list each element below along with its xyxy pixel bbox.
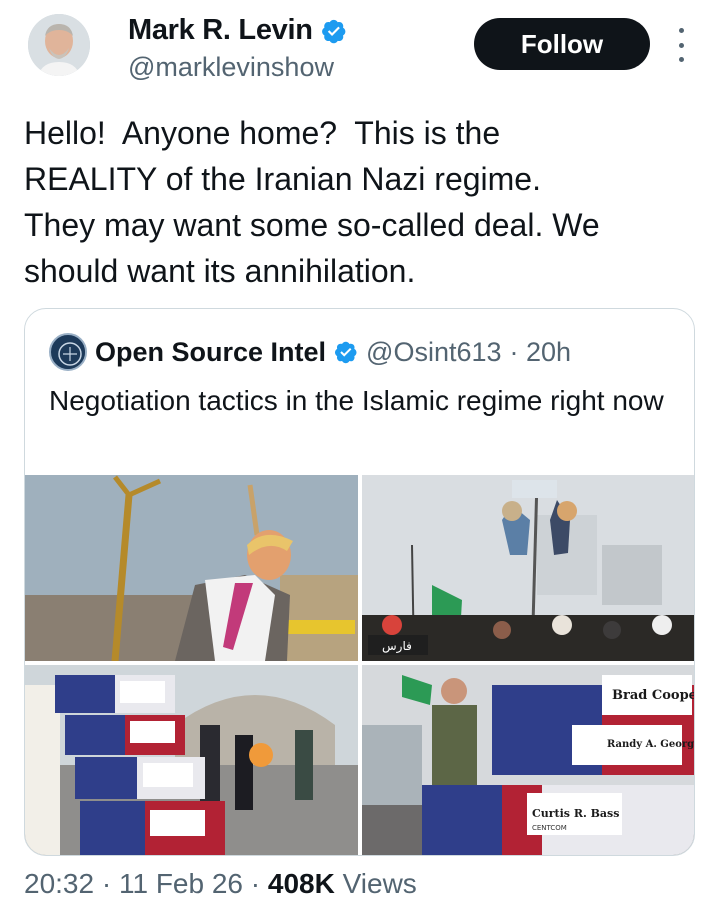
- watermark-label: فارس: [382, 639, 412, 654]
- author-avatar[interactable]: [28, 14, 90, 76]
- quoted-author-avatar[interactable]: [49, 333, 87, 371]
- media-image-1[interactable]: [25, 475, 358, 661]
- tweet-text: Hello! Anyone home? This is the REALITY …: [24, 115, 600, 289]
- meta-separator: ·: [243, 868, 268, 899]
- coffin-label-3: Curtis R. Bass: [532, 807, 619, 820]
- follow-button[interactable]: Follow: [474, 18, 650, 70]
- tweet-time[interactable]: 20:32: [24, 868, 94, 899]
- media-image-2[interactable]: فارس: [362, 475, 694, 661]
- verified-badge-icon: [321, 19, 346, 43]
- quoted-author-name[interactable]: Open Source Intel: [95, 337, 326, 368]
- author-name[interactable]: Mark R. Levin: [128, 14, 313, 47]
- quoted-verified-badge-icon: [335, 341, 357, 364]
- media-image-3[interactable]: [25, 665, 358, 855]
- coffin-label-1: Brad Cooper: [612, 688, 695, 703]
- tweet-date[interactable]: 11 Feb 26: [119, 868, 243, 899]
- views-label: Views: [334, 868, 417, 899]
- quoted-author-handle[interactable]: @Osint613: [366, 337, 501, 368]
- meta-separator: ·: [94, 868, 119, 899]
- author-handle[interactable]: @marklevinshow: [128, 52, 334, 83]
- quoted-tweet-card[interactable]: Open Source Intel @Osint613 · 20h Negoti…: [24, 308, 695, 856]
- tweet-meta: 20:32 · 11 Feb 26 · 408K Views: [24, 868, 417, 900]
- views-count: 408K: [267, 868, 335, 899]
- coffin-label-3-sub: CENTCOM: [532, 824, 567, 832]
- quoted-tweet-text: Negotiation tactics in the Islamic regim…: [49, 385, 664, 416]
- more-vertical-icon[interactable]: [674, 28, 688, 62]
- media-grid[interactable]: فارس Brad Cooper Randy A. George Curtis …: [25, 475, 695, 855]
- coffin-label-2: Randy A. George: [607, 739, 695, 750]
- quoted-timestamp[interactable]: · 20h: [510, 337, 572, 368]
- media-image-4[interactable]: Brad Cooper Randy A. George Curtis R. Ba…: [362, 665, 695, 855]
